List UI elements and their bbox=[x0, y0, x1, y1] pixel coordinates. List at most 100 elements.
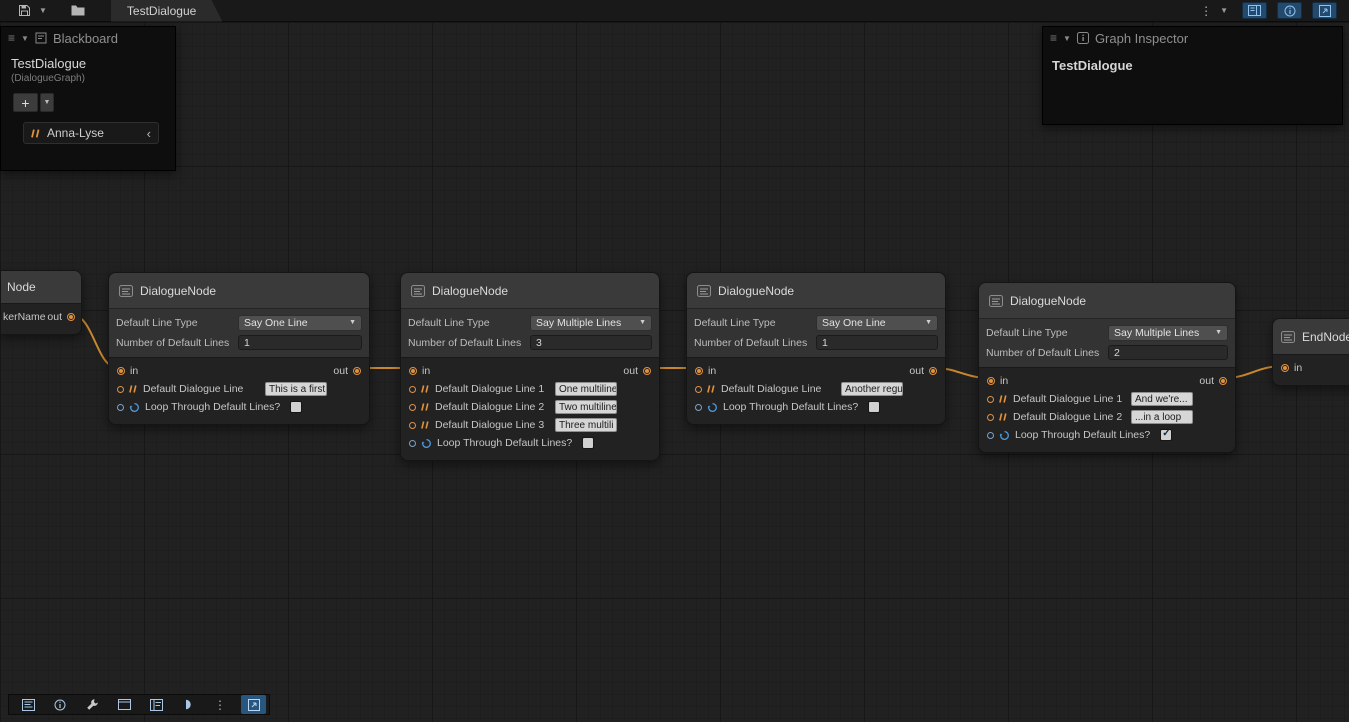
line-type-dropdown[interactable]: Say One Line ▼ bbox=[238, 315, 362, 331]
count-field[interactable]: 3 bbox=[530, 335, 652, 350]
blackboard-property-anna-lyse[interactable]: Anna-Lyse ‹ bbox=[23, 122, 159, 144]
save-dropdown-button[interactable]: ▼ bbox=[35, 0, 51, 22]
menu-dropdown-button[interactable]: ▼ bbox=[1216, 0, 1232, 22]
line-type-label: Default Line Type bbox=[986, 327, 1108, 339]
line-type-dropdown[interactable]: Say Multiple Lines ▼ bbox=[1108, 325, 1228, 341]
dialogue-line-field[interactable]: ...in a loop bbox=[1131, 410, 1193, 424]
out-port[interactable] bbox=[1219, 377, 1227, 385]
in-port[interactable] bbox=[409, 367, 417, 375]
line-port[interactable] bbox=[409, 404, 416, 411]
tab-testdialogue[interactable]: TestDialogue bbox=[111, 0, 222, 22]
count-field[interactable]: 2 bbox=[1108, 345, 1228, 360]
out-port[interactable] bbox=[353, 367, 361, 375]
graph-inspector-panel[interactable]: ≡ ▼ Graph Inspector TestDialogue bbox=[1042, 26, 1343, 125]
out-port[interactable] bbox=[643, 367, 651, 375]
in-port[interactable] bbox=[987, 377, 995, 385]
dialogue-line-field[interactable]: And we're... bbox=[1131, 392, 1193, 406]
bottom-more-button[interactable]: ⋮ bbox=[204, 695, 236, 714]
loop-port[interactable] bbox=[987, 432, 994, 439]
end-node[interactable]: EndNode in bbox=[1272, 318, 1349, 386]
variables-button[interactable] bbox=[140, 695, 172, 714]
loop-checkbox[interactable] bbox=[582, 437, 594, 449]
line-port[interactable] bbox=[695, 386, 702, 393]
open-asset-button[interactable] bbox=[67, 0, 89, 22]
count-value: 1 bbox=[244, 337, 250, 349]
dialogue-node-2[interactable]: DialogueNode Default Line Type Say Multi… bbox=[400, 272, 660, 461]
loop-label: Loop Through Default Lines? bbox=[723, 401, 858, 413]
loop-checkbox[interactable] bbox=[868, 401, 880, 413]
blackboard-button[interactable] bbox=[12, 695, 44, 714]
blackboard-panel[interactable]: ≡ ▼ Blackboard TestDialogue (DialogueGra… bbox=[0, 26, 176, 171]
dialogue-node-3[interactable]: DialogueNode Default Line Type Say One L… bbox=[686, 272, 946, 425]
loop-checkbox[interactable] bbox=[1160, 429, 1172, 441]
blackboard-graph-type: (DialogueGraph) bbox=[1, 71, 175, 84]
node-title-bar[interactable]: EndNode bbox=[1273, 319, 1349, 354]
quote-icon bbox=[421, 385, 430, 393]
more-menu-icon: ⋮ bbox=[1200, 4, 1212, 18]
graph-inspector-header[interactable]: ≡ ▼ Graph Inspector bbox=[1043, 27, 1342, 49]
out-port[interactable] bbox=[67, 313, 75, 321]
drag-handle-icon[interactable]: ≡ bbox=[8, 31, 15, 45]
blackboard-header[interactable]: ≡ ▼ Blackboard bbox=[1, 27, 175, 49]
drag-handle-icon[interactable]: ≡ bbox=[1050, 31, 1057, 45]
add-property-dropdown-button[interactable]: ▼ bbox=[40, 93, 54, 112]
chevron-left-icon[interactable]: ‹ bbox=[147, 126, 151, 141]
line-port[interactable] bbox=[987, 414, 994, 421]
in-port-label: in bbox=[1000, 375, 1008, 387]
bottom-fullscreen-button[interactable] bbox=[241, 695, 266, 714]
wrench-icon bbox=[86, 698, 99, 711]
in-port[interactable] bbox=[695, 367, 703, 375]
collapse-arrow-icon[interactable]: ▼ bbox=[21, 34, 29, 43]
line-type-label: Default Line Type bbox=[694, 317, 816, 329]
blackboard-toggle-button[interactable] bbox=[1242, 2, 1267, 19]
dialogue-node-icon bbox=[119, 285, 133, 297]
count-field[interactable]: 1 bbox=[816, 335, 938, 350]
inspector-icon bbox=[1077, 32, 1089, 44]
quote-icon bbox=[999, 395, 1008, 403]
loop-checkbox[interactable] bbox=[290, 401, 302, 413]
dialogue-line-field[interactable]: This is a first bbox=[265, 382, 327, 396]
dialogue-line-field[interactable]: One multiline bbox=[555, 382, 617, 396]
minimap-button[interactable] bbox=[108, 695, 140, 714]
add-property-button[interactable]: + bbox=[13, 93, 38, 112]
line-port[interactable] bbox=[409, 422, 416, 429]
out-port-label: out bbox=[909, 365, 924, 377]
line-type-dropdown[interactable]: Say One Line ▼ bbox=[816, 315, 938, 331]
more-menu-icon: ⋮ bbox=[214, 698, 226, 712]
node-title-bar[interactable]: DialogueNode bbox=[979, 283, 1235, 318]
start-node[interactable]: Node kerName out bbox=[0, 270, 82, 335]
fullscreen-toggle-button[interactable] bbox=[1312, 2, 1337, 19]
dialogue-line-label: Default Dialogue Line 2 bbox=[435, 401, 544, 413]
inspector-toggle-icon bbox=[1283, 4, 1297, 18]
loop-port[interactable] bbox=[409, 440, 416, 447]
preview-button[interactable] bbox=[172, 695, 204, 714]
dialogue-node-1[interactable]: DialogueNode Default Line Type Say One L… bbox=[108, 272, 370, 425]
out-port[interactable] bbox=[929, 367, 937, 375]
dialogue-node-4[interactable]: DialogueNode Default Line Type Say Multi… bbox=[978, 282, 1236, 453]
in-port[interactable] bbox=[1281, 364, 1289, 372]
loop-port[interactable] bbox=[117, 404, 124, 411]
inspector-button[interactable] bbox=[44, 695, 76, 714]
line-port[interactable] bbox=[409, 386, 416, 393]
speaker-name-label: kerName bbox=[3, 311, 46, 323]
tab-label: TestDialogue bbox=[127, 4, 196, 18]
loop-port[interactable] bbox=[695, 404, 702, 411]
line-port[interactable] bbox=[987, 396, 994, 403]
node-title-bar[interactable]: Node bbox=[1, 271, 81, 303]
in-port[interactable] bbox=[117, 367, 125, 375]
tools-button[interactable] bbox=[76, 695, 108, 714]
dialogue-line-field[interactable]: Another regu bbox=[841, 382, 903, 396]
line-type-dropdown[interactable]: Say Multiple Lines ▼ bbox=[530, 315, 652, 331]
node-title-bar[interactable]: DialogueNode bbox=[109, 273, 369, 308]
blackboard-graph-name: TestDialogue bbox=[1, 49, 175, 71]
count-field[interactable]: 1 bbox=[238, 335, 362, 350]
collapse-arrow-icon[interactable]: ▼ bbox=[1063, 34, 1071, 43]
line-port[interactable] bbox=[117, 386, 124, 393]
save-button[interactable] bbox=[14, 0, 35, 22]
more-menu-button[interactable]: ⋮ bbox=[1196, 0, 1216, 22]
inspector-toggle-button[interactable] bbox=[1277, 2, 1302, 19]
dialogue-line-field[interactable]: Two multiline bbox=[555, 400, 617, 414]
node-title-bar[interactable]: DialogueNode bbox=[401, 273, 659, 308]
node-title-bar[interactable]: DialogueNode bbox=[687, 273, 945, 308]
dialogue-line-field[interactable]: Three multili bbox=[555, 418, 617, 432]
